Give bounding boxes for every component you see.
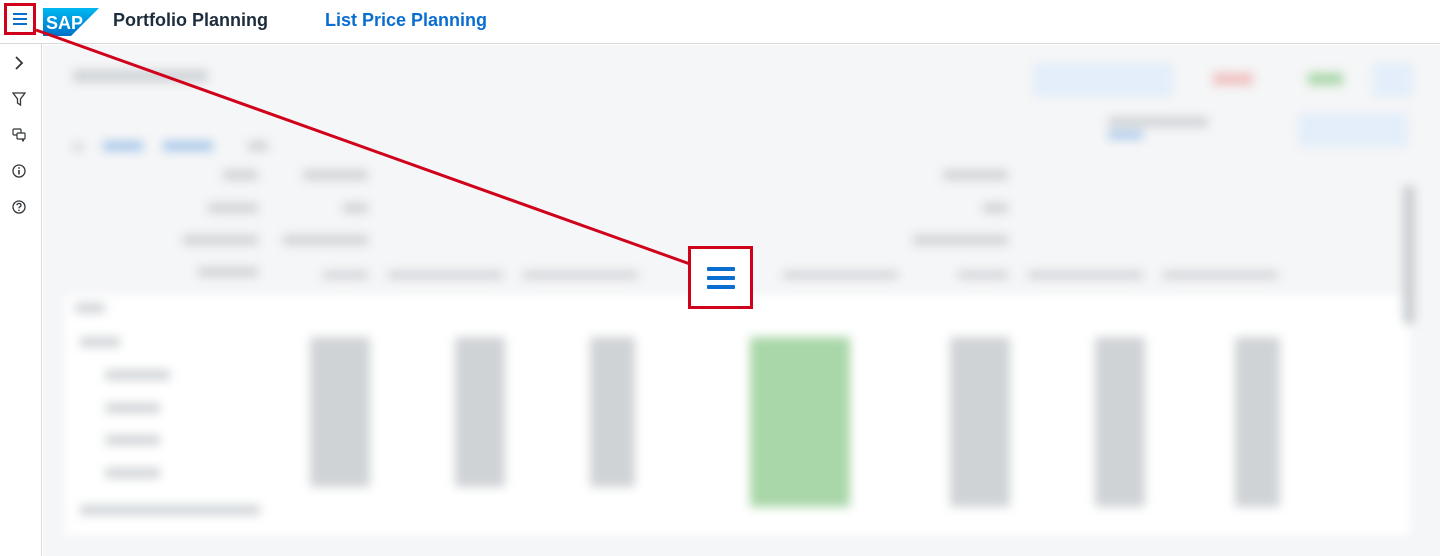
filter-button[interactable] [9,89,29,109]
blurred-column-header [388,271,503,279]
blurred-toolbar-button [1298,113,1408,147]
blurred-column [310,337,370,487]
blurred-toolbar-button [1373,63,1413,97]
blurred-row-label [198,267,258,277]
expand-sidebar-button[interactable] [9,53,29,73]
hamburger-menu-icon [706,266,735,289]
blurred-row-label [208,203,258,213]
blurred-group-label [75,303,105,313]
blurred-column-header [783,271,898,279]
shell-header: SAP Portfolio Planning List Price Planni… [0,0,1440,44]
blurred-row-label [105,370,170,380]
blurred-icon [73,143,83,151]
help-button[interactable] [9,197,29,217]
side-navigation [0,44,42,556]
blurred-column-header [523,271,638,279]
blurred-row-label [80,337,120,347]
blurred-value [1108,131,1143,139]
blurred-label [1108,117,1208,127]
help-icon [12,200,26,214]
blurred-row-label [105,403,160,413]
blurred-column-header [1028,271,1143,279]
blurred-column-header [323,271,368,279]
blurred-row-label [223,170,258,180]
blurred-column [950,337,1010,507]
info-icon [12,164,26,178]
blurred-toolbar-button [1308,73,1343,85]
blurred-row-label [183,235,258,245]
blurred-row-label [80,505,260,515]
blurred-table [65,295,1410,535]
filter-icon [12,92,26,106]
blurred-column [590,337,635,487]
blurred-cell [943,170,1008,180]
sap-logo[interactable]: SAP [43,8,99,36]
hamburger-menu-button[interactable] [4,3,36,35]
info-button[interactable] [9,161,29,181]
app-window: SAP Portfolio Planning List Price Planni… [0,0,1440,556]
blurred-cell [303,170,368,180]
blurred-cell [283,235,368,245]
blurred-tab [163,141,213,151]
comments-button[interactable] [9,125,29,145]
blurred-tab [103,141,143,151]
app-title: Portfolio Planning [113,10,268,30]
comments-icon [12,128,26,142]
sap-logo-text: SAP [46,13,83,33]
blurred-page-title [73,70,208,82]
blurred-cell [913,235,1008,245]
blurred-column-header [1163,271,1278,279]
blurred-scrollbar [1403,185,1415,325]
blurred-cell [343,203,368,213]
chevron-right-icon [15,56,24,70]
blurred-column [455,337,505,487]
blurred-column [1235,337,1280,507]
hamburger-menu-icon [13,13,27,25]
blurred-column [750,337,850,507]
blurred-tab [248,141,268,151]
blurred-cell [983,203,1008,213]
blurred-toolbar-button [1033,63,1173,97]
blurred-toolbar-button [1213,73,1253,85]
blurred-column [1095,337,1145,507]
blurred-column-header [958,271,1008,279]
annotation-zoom-box [688,246,753,309]
list-price-planning-link[interactable]: List Price Planning [325,10,487,31]
blurred-row-label [105,468,160,478]
blurred-row-label [105,435,160,445]
